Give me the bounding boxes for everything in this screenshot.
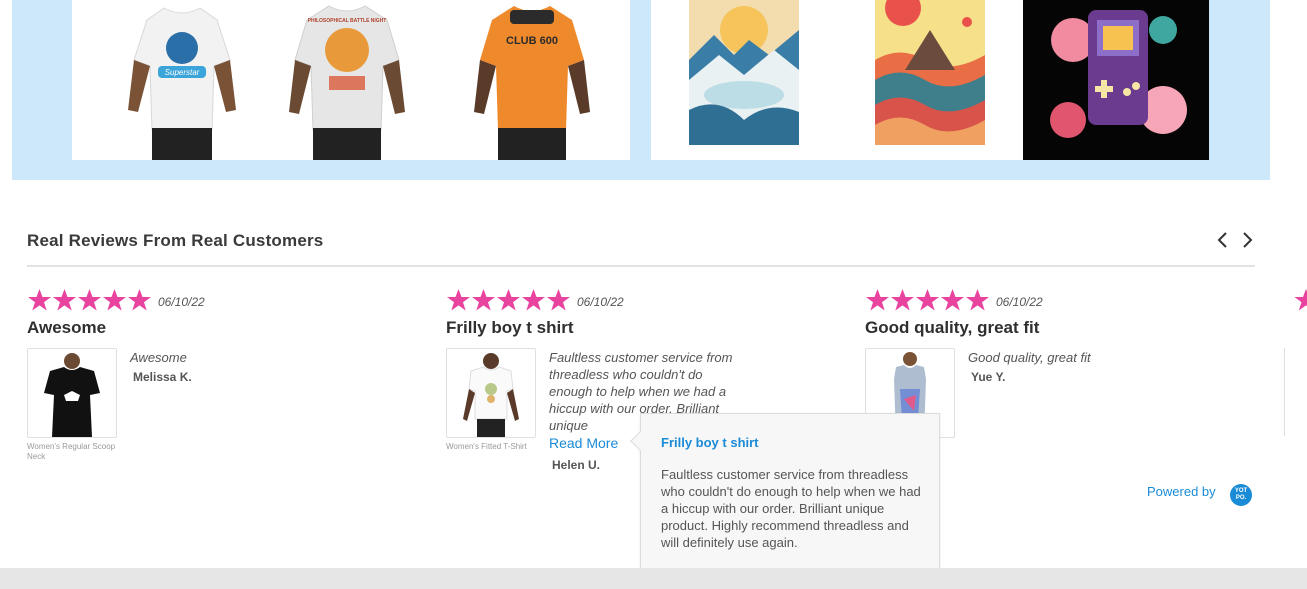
- previous-reviews-button[interactable]: [1212, 229, 1234, 251]
- review-body: Good quality, great fit: [968, 350, 1091, 365]
- star-icon: [547, 289, 570, 311]
- star-icon: [128, 289, 151, 311]
- tshirt-print-text: CLUB 600: [506, 35, 558, 47]
- product-thumbnail-image: [44, 353, 100, 437]
- chevron-right-icon: [1243, 232, 1253, 248]
- tshirt-image: CLUB 600: [474, 6, 590, 160]
- product-tshirt-superstar[interactable]: Superstar: [102, 0, 262, 160]
- review-date: 06/10/22: [158, 295, 205, 309]
- star-rating: [446, 288, 571, 312]
- star-icon: [447, 289, 470, 311]
- product-poster-floral-gameboy[interactable]: [1023, 0, 1209, 160]
- star-icon: [53, 289, 76, 311]
- star-icon: [866, 289, 889, 311]
- product-thumbnail-image: [463, 353, 519, 437]
- review-title: Good quality, great fit: [865, 318, 1040, 337]
- review-date: 06/10/22: [577, 295, 624, 309]
- review-date: 06/10/22: [996, 295, 1043, 309]
- tshirt-panel: Superstar PHILOSOPHICAL BATTLE NIGHT CLU…: [72, 0, 630, 160]
- review-tooltip: Frilly boy t shirt Faultless customer se…: [630, 413, 940, 589]
- star-icon: [78, 289, 101, 311]
- product-banner: Superstar PHILOSOPHICAL BATTLE NIGHT CLU…: [12, 0, 1270, 180]
- poster-image: [875, 0, 985, 145]
- review-body: Awesome: [130, 350, 187, 365]
- star-icon: [103, 289, 126, 311]
- chevron-left-icon: [1217, 232, 1227, 248]
- next-reviews-button[interactable]: [1236, 229, 1258, 251]
- tshirt-print-text: Superstar: [165, 68, 200, 77]
- reviewer-name: Helen U.: [552, 458, 601, 472]
- page-footer-band: [0, 568, 1307, 589]
- tshirt-print-text: PHILOSOPHICAL BATTLE NIGHT: [308, 18, 387, 24]
- star-icon: [966, 289, 989, 311]
- read-more-link[interactable]: Read More: [549, 435, 618, 451]
- reviewer-name: Melissa K.: [133, 370, 192, 384]
- star-icon: [522, 289, 545, 311]
- star-icon: [28, 289, 51, 311]
- star-icon: [472, 289, 495, 311]
- product-type-label: Women's Fitted T-Shirt: [446, 442, 527, 451]
- poster-image: [689, 0, 799, 145]
- star-icon: [941, 289, 964, 311]
- yotpo-logo-icon[interactable]: YOT PO.: [1230, 484, 1252, 506]
- poster-image: [1023, 0, 1209, 160]
- tooltip-body: Faultless customer service from threadle…: [661, 467, 921, 550]
- star-icon: [916, 289, 939, 311]
- header-divider: [27, 265, 1255, 267]
- product-poster-wavy-mountains[interactable]: [875, 0, 985, 145]
- reviewer-name: Yue Y.: [971, 370, 1006, 384]
- review-card: 06/10/22 Awesome Women's Regular Scoop N…: [27, 288, 427, 488]
- powered-by-link[interactable]: Powered by: [1147, 484, 1216, 499]
- tshirt-image: PHILOSOPHICAL BATTLE NIGHT: [289, 5, 405, 160]
- review-card-partial: [1280, 288, 1307, 438]
- review-title: Frilly boy t shirt: [446, 318, 574, 337]
- star-rating: [27, 288, 152, 312]
- review-product-thumbnail[interactable]: [446, 348, 536, 438]
- star-icon: [891, 289, 914, 311]
- product-tshirt-battle-night[interactable]: PHILOSOPHICAL BATTLE NIGHT: [277, 0, 437, 160]
- tooltip-title[interactable]: Frilly boy t shirt: [661, 435, 759, 450]
- star-rating: [865, 288, 990, 312]
- review-title: Awesome: [27, 318, 107, 337]
- poster-panel: [651, 0, 1209, 160]
- review-product-thumbnail[interactable]: [27, 348, 117, 438]
- product-type-label: Women's Regular Scoop Neck: [27, 442, 116, 461]
- product-poster-mountain-lake[interactable]: [689, 0, 799, 145]
- partial-star-icon: [1284, 289, 1307, 436]
- reviews-section-title: Real Reviews From Real Customers: [27, 231, 324, 250]
- tshirt-image: Superstar: [128, 7, 236, 160]
- product-tshirt-club-600[interactable]: CLUB 600: [462, 0, 622, 160]
- star-icon: [497, 289, 520, 311]
